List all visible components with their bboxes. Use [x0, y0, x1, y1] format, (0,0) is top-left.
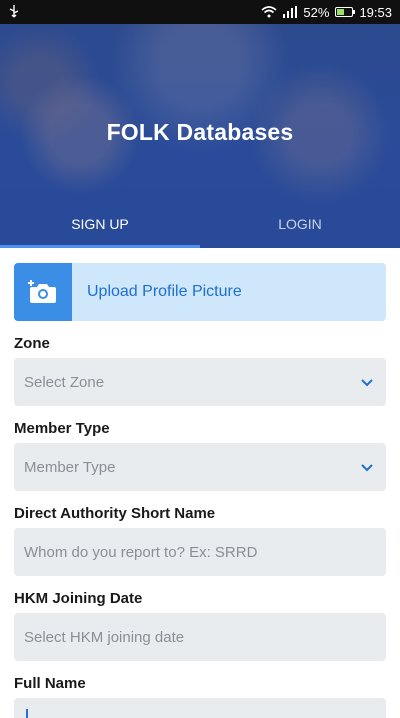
tab-sign-up[interactable]: SIGN UP — [0, 200, 200, 248]
app-title: FOLK Databases — [106, 119, 294, 145]
joining-date-input[interactable]: Select HKM joining date — [14, 613, 386, 661]
authority-label: Direct Authority Short Name — [14, 505, 216, 522]
battery-icon — [335, 7, 356, 17]
authority-input[interactable]: Whom do you report to? Ex: SRRD — [14, 528, 386, 576]
status-left — [8, 5, 20, 19]
signal-icon — [283, 6, 298, 18]
battery-percent: 52% — [303, 4, 330, 20]
auth-tabs: SIGN UP LOGIN — [0, 200, 400, 248]
status-right: 52% 19:53 — [261, 5, 392, 20]
upload-label: Upload Profile Picture — [87, 283, 242, 300]
status-bar: 52% 19:53 — [0, 0, 400, 24]
zone-select[interactable]: Select Zone — [14, 358, 386, 406]
upload-profile-picture-button[interactable]: Upload Profile Picture — [14, 263, 386, 321]
full-name-input[interactable] — [14, 698, 386, 718]
tab-login[interactable]: LOGIN — [200, 200, 400, 248]
member-type-placeholder: Member Type — [24, 458, 116, 476]
usb-icon — [9, 5, 19, 18]
signup-form: Upload Profile Picture Zone Select Zone … — [14, 263, 386, 718]
header-banner: FOLK Databases SIGN UP LOGIN — [0, 24, 400, 248]
authority-placeholder: Whom do you report to? Ex: SRRD — [24, 543, 258, 561]
chevron-down-icon — [361, 464, 373, 472]
zone-label: Zone — [14, 335, 50, 352]
add-photo-icon — [14, 263, 72, 321]
joining-date-label: HKM Joining Date — [14, 590, 143, 607]
chevron-down-icon — [361, 379, 373, 387]
full-name-label: Full Name — [14, 675, 86, 692]
clock: 19:53 — [359, 4, 392, 20]
text-cursor — [26, 709, 28, 718]
joining-date-placeholder: Select HKM joining date — [24, 628, 185, 646]
member-type-select[interactable]: Member Type — [14, 443, 386, 491]
zone-placeholder: Select Zone — [24, 373, 105, 391]
member-type-label: Member Type — [14, 420, 110, 437]
wifi-icon — [261, 6, 277, 18]
